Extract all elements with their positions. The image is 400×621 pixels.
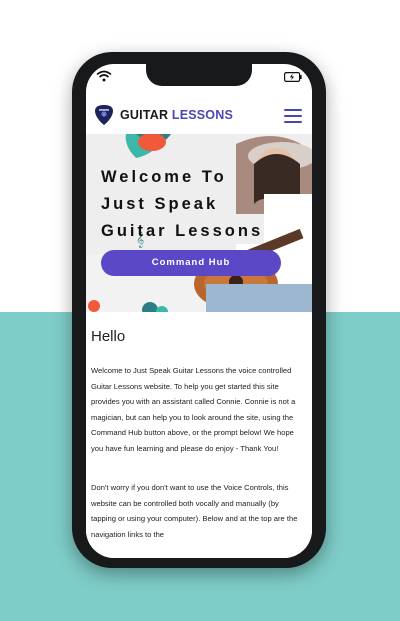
brand-text-accent: LESSONS	[171, 108, 233, 122]
main-content: Hello Welcome to Just Speak Guitar Lesso…	[86, 312, 312, 558]
phone-notch	[146, 64, 252, 86]
brand-text-main: GUITAR	[120, 108, 172, 122]
battery-charging-icon	[284, 72, 302, 82]
section-heading: Hello	[91, 328, 126, 345]
controls-paragraph: Don't worry if you don't want to use the…	[91, 483, 298, 539]
wifi-icon	[96, 70, 112, 82]
guitar-pick-logo[interactable]	[94, 104, 114, 126]
menu-bar	[284, 115, 302, 117]
hero-title-line: Welcome To	[101, 168, 227, 186]
hero-banner: 𝄞 Welcome To Just Speak Guitar Lessons C…	[86, 134, 312, 312]
menu-bar	[284, 121, 302, 123]
intro-paragraph: Welcome to Just Speak Guitar Lessons the…	[91, 366, 296, 453]
command-hub-button[interactable]: Command Hub	[101, 250, 281, 276]
hero-title-line: Just Speak	[101, 195, 219, 213]
site-brand[interactable]: GUITAR LESSONS	[120, 108, 233, 122]
hero-title-line: Guitar Lessons	[101, 222, 264, 240]
hero-title: Welcome To Just Speak Guitar Lessons	[101, 164, 306, 245]
phone-frame: GUITAR LESSONS 𝄞 Welcome To Just Speak G…	[72, 52, 326, 568]
hamburger-menu-button[interactable]	[284, 109, 302, 123]
menu-bar	[284, 109, 302, 111]
phone-screen: GUITAR LESSONS 𝄞 Welcome To Just Speak G…	[86, 64, 312, 558]
